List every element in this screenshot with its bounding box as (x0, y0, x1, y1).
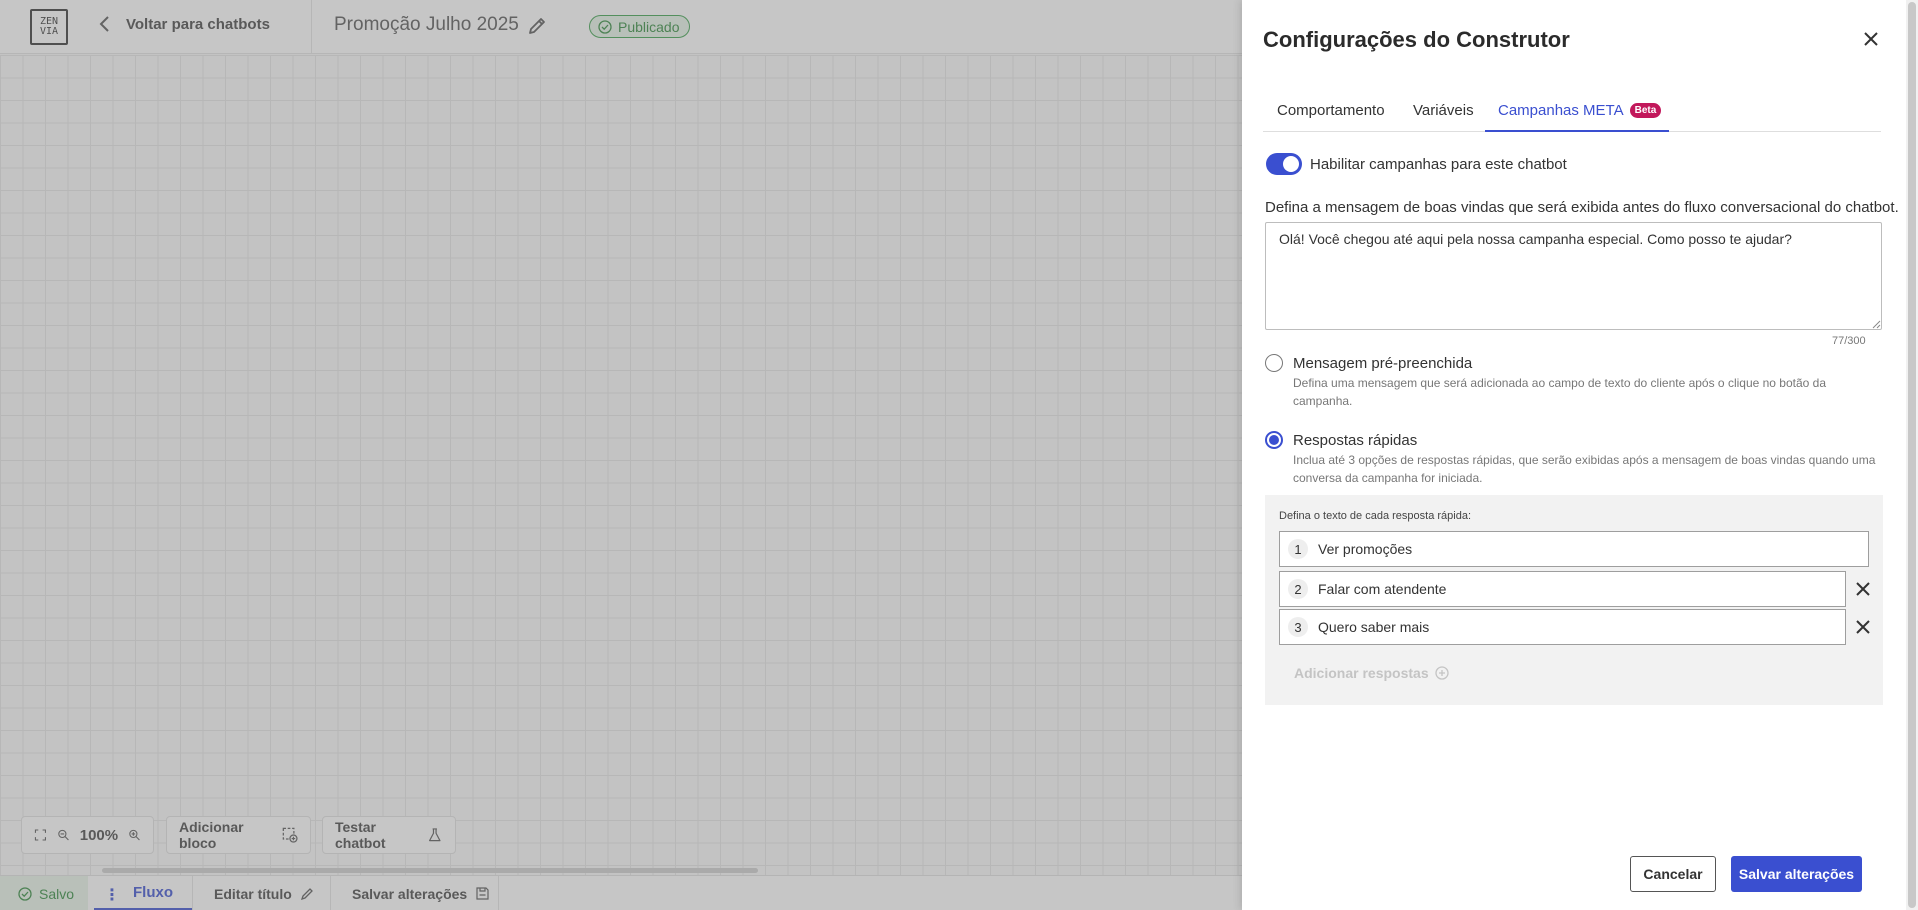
builder-settings-drawer: Configurações do Construtor Comportament… (1242, 0, 1906, 910)
tab-comportamento[interactable]: Comportamento (1277, 95, 1385, 132)
prefilled-message-description: Defina uma mensagem que será adicionada … (1293, 376, 1827, 408)
toggle-knob (1283, 156, 1299, 172)
cancel-button[interactable]: Cancelar (1630, 856, 1716, 892)
quick-reply-text: Falar com atendente (1318, 581, 1447, 597)
welcome-message-label: Defina a mensagem de boas vindas que ser… (1265, 199, 1899, 216)
quick-reply-input[interactable]: 3 Quero saber mais (1279, 609, 1846, 645)
quick-reply-text: Ver promoções (1318, 541, 1413, 557)
resize-grip-icon[interactable] (1871, 319, 1881, 329)
tab-label: Variáveis (1413, 102, 1474, 119)
enable-campaigns-row: Habilitar campanhas para este chatbot (1266, 153, 1567, 175)
welcome-message-textarea[interactable]: Olá! Você chegou até aqui pela nossa cam… (1265, 222, 1882, 330)
scrollbar-thumb[interactable] (1908, 2, 1916, 908)
quick-reply-number: 3 (1288, 617, 1308, 637)
remove-reply-icon[interactable] (1854, 618, 1872, 636)
quick-reply-input[interactable]: 1 Ver promoções (1279, 531, 1869, 567)
drawer-title: Configurações do Construtor (1263, 27, 1570, 52)
enable-campaigns-toggle[interactable] (1266, 153, 1302, 175)
remove-reply-icon[interactable] (1854, 580, 1872, 598)
quick-replies-description: Inclua até 3 opções de respostas rápidas… (1293, 453, 1876, 485)
page-vertical-scrollbar[interactable] (1906, 0, 1918, 910)
quick-reply-input[interactable]: 2 Falar com atendente (1279, 571, 1846, 607)
prefilled-message-title: Mensagem pré-preenchida (1293, 355, 1473, 372)
add-replies-button[interactable]: Adicionar respostas (1294, 665, 1449, 681)
quick-reply-text: Quero saber mais (1318, 619, 1430, 635)
quick-replies-panel: Defina o texto de cada resposta rápida: … (1265, 495, 1883, 705)
tab-label: Comportamento (1277, 102, 1385, 119)
tab-campanhas-meta[interactable]: Campanhas META Beta (1485, 95, 1669, 132)
close-icon[interactable] (1860, 28, 1882, 50)
character-counter: 77/300 (1832, 335, 1866, 347)
radio-quick-replies[interactable] (1265, 431, 1283, 449)
enable-campaigns-label: Habilitar campanhas para este chatbot (1310, 155, 1567, 173)
tab-variaveis[interactable]: Variáveis (1413, 95, 1474, 132)
quick-reply-number: 1 (1288, 539, 1308, 559)
settings-tabs: Comportamento Variáveis Campanhas META B… (1263, 95, 1881, 132)
tab-label: Campanhas META (1498, 102, 1624, 119)
plus-circle-icon (1434, 666, 1449, 680)
quick-reply-number: 2 (1288, 579, 1308, 599)
quick-replies-title: Respostas rápidas (1293, 432, 1418, 449)
beta-badge: Beta (1629, 103, 1662, 118)
save-changes-button[interactable]: Salvar alterações (1731, 856, 1862, 892)
radio-prefilled-message[interactable] (1265, 354, 1283, 372)
quick-replies-label: Defina o texto de cada resposta rápida: (1279, 510, 1472, 522)
add-replies-label: Adicionar respostas (1294, 665, 1429, 681)
